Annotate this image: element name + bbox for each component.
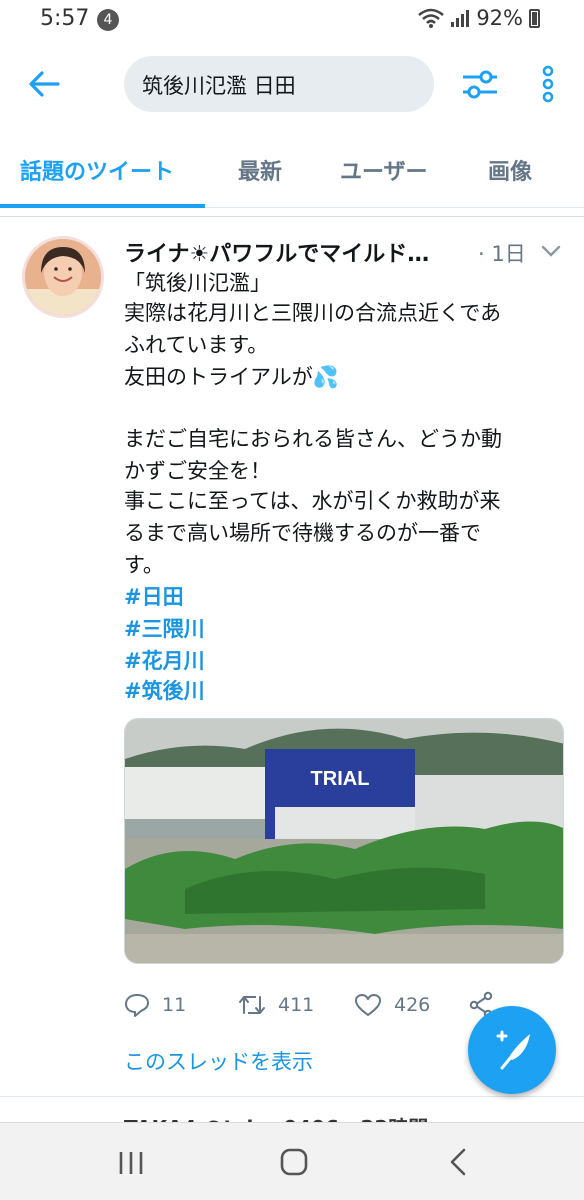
tweet-media-photo[interactable]: TRIAL: [124, 718, 564, 964]
hashtag-link[interactable]: #花月川: [124, 646, 205, 677]
tweet-text-line: す。: [124, 553, 164, 577]
search-tabs: 話題のツイート 最新 ユーザー 画像: [0, 128, 584, 208]
avatar-image: [25, 239, 101, 315]
reply-button[interactable]: 11: [124, 988, 186, 1022]
avatar[interactable]: [22, 236, 104, 318]
home-icon[interactable]: [279, 1147, 309, 1177]
show-thread-link[interactable]: このスレッドを表示: [124, 1046, 313, 1076]
tweet-text-line: 友田のトライアルが💦: [124, 365, 339, 389]
back-arrow-icon[interactable]: [24, 64, 64, 104]
status-icons: 92%: [418, 6, 540, 30]
divider: [0, 1096, 584, 1097]
tweet-text-line: 実際は花月川と三隈川の合流点近くであ: [124, 301, 502, 325]
filter-settings-icon[interactable]: [460, 64, 500, 104]
more-options-icon[interactable]: [536, 64, 560, 104]
divider: [0, 216, 584, 217]
recent-apps-icon[interactable]: [116, 1149, 146, 1177]
like-button[interactable]: 426: [354, 988, 430, 1022]
tweet-text-line: 事ここに至っては、水が引くか救助が来: [124, 489, 501, 513]
battery-icon: [529, 8, 540, 28]
store-sign-text: TRIAL: [311, 768, 370, 790]
tweet-text-line: 「筑後川氾濫」: [124, 271, 271, 295]
back-icon[interactable]: [446, 1147, 470, 1177]
notification-count-badge: 4: [97, 9, 119, 31]
signal-icon: [451, 10, 470, 27]
wifi-icon: [418, 8, 445, 28]
reply-count: 11: [162, 994, 187, 1016]
hashtag-link[interactable]: #筑後川: [124, 676, 205, 707]
tab-images[interactable]: 画像: [488, 154, 532, 186]
active-tab-indicator: [0, 204, 205, 208]
retweet-count: 411: [278, 994, 315, 1016]
tweet-time: · 1日: [478, 242, 526, 266]
search-query: 筑後川氾濫 日田: [142, 74, 296, 98]
tweet-card[interactable]: ライナ☀パワフルでマイルド… · 1日 「筑後川氾濫」 実際は花月川と三隈川の合…: [0, 218, 584, 1098]
system-navigation-bar: [0, 1122, 584, 1200]
tweet-author-name[interactable]: ライナ☀パワフルでマイルド…: [124, 236, 429, 268]
search-input[interactable]: 筑後川氾濫 日田: [124, 56, 434, 112]
battery-percent: 92%: [476, 6, 523, 30]
tab-users[interactable]: ユーザー: [340, 154, 428, 186]
hashtag-link[interactable]: #日田: [124, 582, 184, 613]
search-header: 筑後川氾濫 日田: [0, 40, 584, 128]
tweet-text-line: かずご安全を！: [124, 459, 271, 483]
tab-top-tweets[interactable]: 話題のツイート: [20, 154, 174, 186]
tab-latest[interactable]: 最新: [238, 154, 282, 186]
tweet-text-line: まだご自宅におられる皆さん、どうか動: [124, 427, 502, 451]
chevron-down-icon[interactable]: [540, 240, 562, 262]
retweet-icon: [239, 996, 265, 1014]
hashtag-link[interactable]: #三隈川: [124, 614, 205, 645]
compose-quill-icon: [496, 1030, 530, 1070]
tweet-text-line: るまで高い場所で待機するのが一番で: [124, 521, 481, 545]
status-time: 5:57: [40, 6, 90, 31]
flooded-store-photo: TRIAL: [125, 719, 563, 963]
compose-tweet-button[interactable]: [468, 1006, 556, 1094]
status-bar: 5:57 4 92%: [0, 0, 584, 40]
like-count: 426: [394, 994, 431, 1016]
heart-icon: [355, 994, 381, 1016]
reply-icon: [125, 994, 149, 1017]
retweet-button[interactable]: 411: [238, 988, 314, 1022]
tweet-text-line: ふれています。: [124, 333, 269, 357]
